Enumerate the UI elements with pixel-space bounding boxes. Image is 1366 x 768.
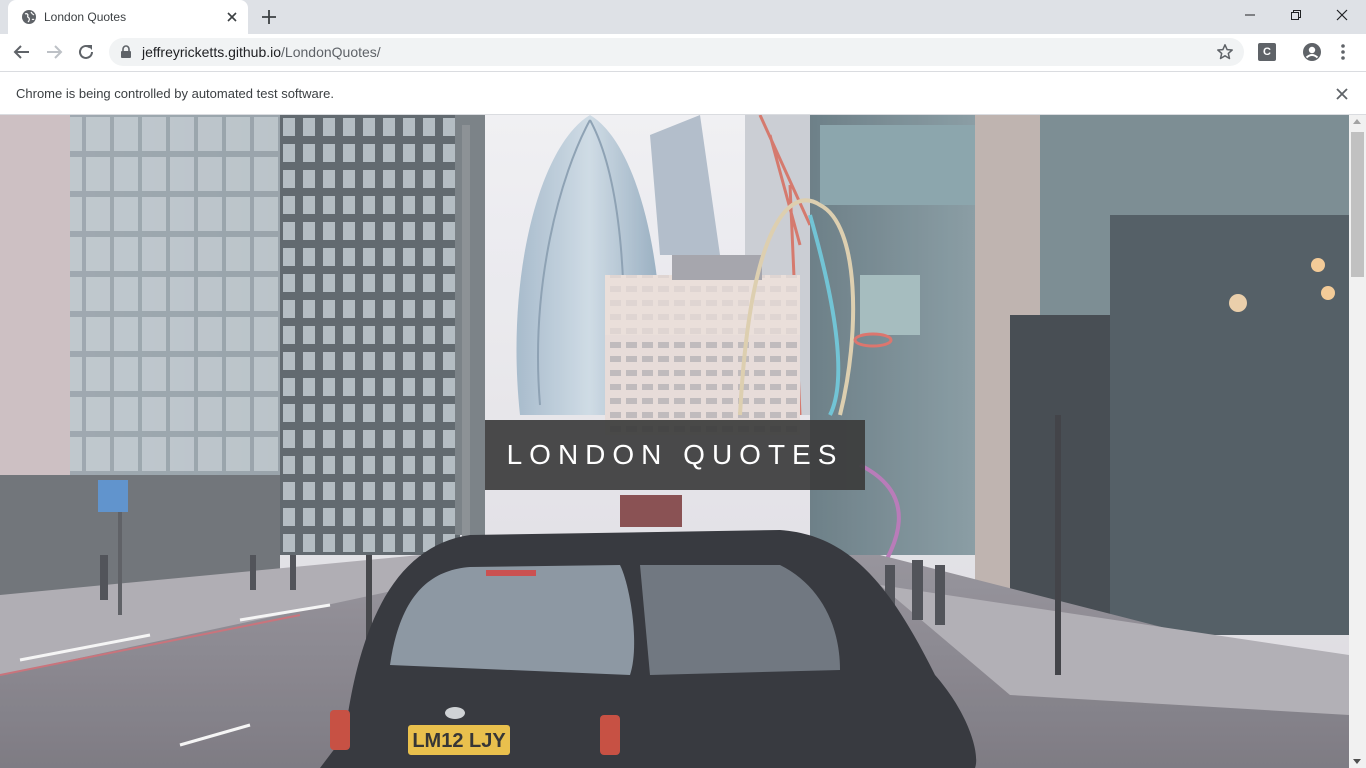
scroll-down-arrow-icon[interactable] — [1353, 759, 1361, 764]
back-button[interactable] — [10, 40, 34, 64]
infobar-message: Chrome is being controlled by automated … — [16, 86, 334, 101]
vertical-scrollbar[interactable] — [1349, 115, 1366, 768]
window-close-button[interactable] — [1319, 0, 1365, 30]
tab-title: London Quotes — [44, 10, 127, 24]
reload-button[interactable] — [74, 40, 98, 64]
globe-icon — [22, 10, 36, 24]
minimize-icon — [1245, 14, 1255, 16]
arrow-left-icon — [13, 45, 29, 59]
close-icon — [1336, 9, 1348, 21]
star-icon[interactable] — [1216, 43, 1234, 61]
tab-strip: London Quotes — [0, 0, 1366, 34]
url-path: /LondonQuotes/ — [281, 44, 381, 60]
kebab-menu-icon[interactable] — [1335, 42, 1351, 62]
minimize-button[interactable] — [1227, 0, 1273, 30]
arrow-right-icon — [47, 45, 63, 59]
tab-london-quotes[interactable]: London Quotes — [8, 0, 248, 34]
account-icon[interactable] — [1302, 42, 1322, 62]
restore-button[interactable] — [1273, 0, 1319, 30]
restore-icon — [1291, 10, 1301, 20]
url-text: jeffreyricketts.github.io/LondonQuotes/ — [142, 44, 381, 60]
address-bar[interactable]: jeffreyricketts.github.io/LondonQuotes/ — [109, 38, 1244, 66]
hero-title-box: LONDON QUOTES — [485, 420, 865, 490]
page-viewport: LM12 LJY LONDON QUOTES — [0, 115, 1349, 768]
close-icon[interactable] — [224, 9, 240, 25]
lock-icon — [121, 45, 131, 58]
automation-infobar: Chrome is being controlled by automated … — [0, 71, 1366, 115]
page-title: LONDON QUOTES — [506, 439, 844, 470]
scrollbar-thumb[interactable] — [1351, 132, 1364, 277]
plus-icon[interactable] — [259, 7, 279, 27]
url-host: jeffreyricketts.github.io — [142, 44, 282, 60]
browser-toolbar: jeffreyricketts.github.io/LondonQuotes/ … — [0, 34, 1366, 71]
close-icon[interactable] — [1334, 86, 1350, 102]
scroll-up-arrow-icon[interactable] — [1353, 119, 1361, 124]
forward-button[interactable] — [42, 40, 66, 64]
extension-button[interactable]: C — [1258, 43, 1276, 61]
reload-icon — [79, 44, 93, 59]
